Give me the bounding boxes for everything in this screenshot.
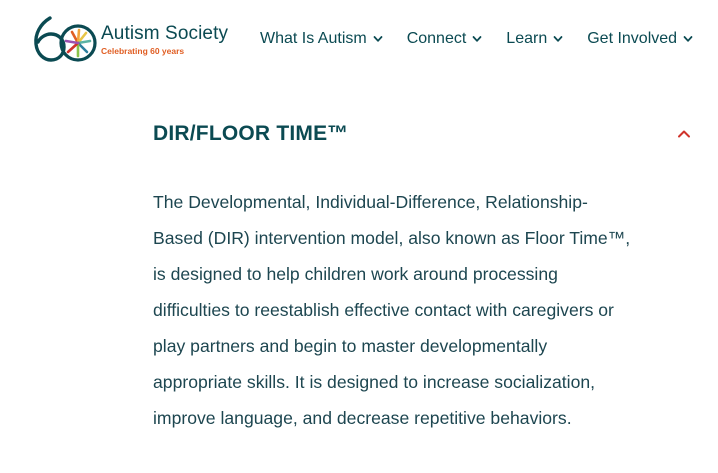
chevron-down-icon <box>553 36 563 42</box>
chevron-down-icon <box>683 36 693 42</box>
logo-name: Autism Society <box>101 23 229 44</box>
nav-item-connect[interactable]: Connect <box>407 30 483 48</box>
nav-item-label: Connect <box>406 30 467 47</box>
nav-item-label: Get Involved <box>587 30 678 47</box>
nav-item-learn[interactable]: Learn <box>506 30 563 48</box>
chevron-up-icon <box>678 130 690 138</box>
nav-item-label: What Is Autism <box>260 30 367 47</box>
site-header: Autism Society Celebrating 60 years What… <box>0 0 718 80</box>
chevron-down-icon <box>472 36 482 42</box>
accordion-toggle-button[interactable] <box>674 124 694 144</box>
logo-tagline: Celebrating 60 years <box>101 46 185 56</box>
site-logo[interactable]: Autism Society Celebrating 60 years <box>32 14 228 64</box>
nav-item-what-is-autism[interactable]: What Is Autism <box>260 30 383 48</box>
nav-item-get-involved[interactable]: Get Involved <box>587 30 693 48</box>
main-nav: What Is Autism Connect Learn Get Involve… <box>260 30 693 48</box>
nav-item-label: Learn <box>506 30 548 47</box>
accordion-dir-floor-time: DIR/FLOOR TIME™ The Developmental, Indiv… <box>153 118 698 436</box>
accordion-body-text: The Developmental, Individual-Difference… <box>153 192 631 428</box>
chevron-down-icon <box>373 36 383 42</box>
sixty-years-logo-icon <box>34 16 97 62</box>
page: Autism Society Celebrating 60 years What… <box>0 0 718 473</box>
logo-text: Autism Society Celebrating 60 years <box>101 23 228 57</box>
accordion-header[interactable]: DIR/FLOOR TIME™ <box>153 118 698 150</box>
accordion-title: DIR/FLOOR TIME™ <box>153 122 349 145</box>
